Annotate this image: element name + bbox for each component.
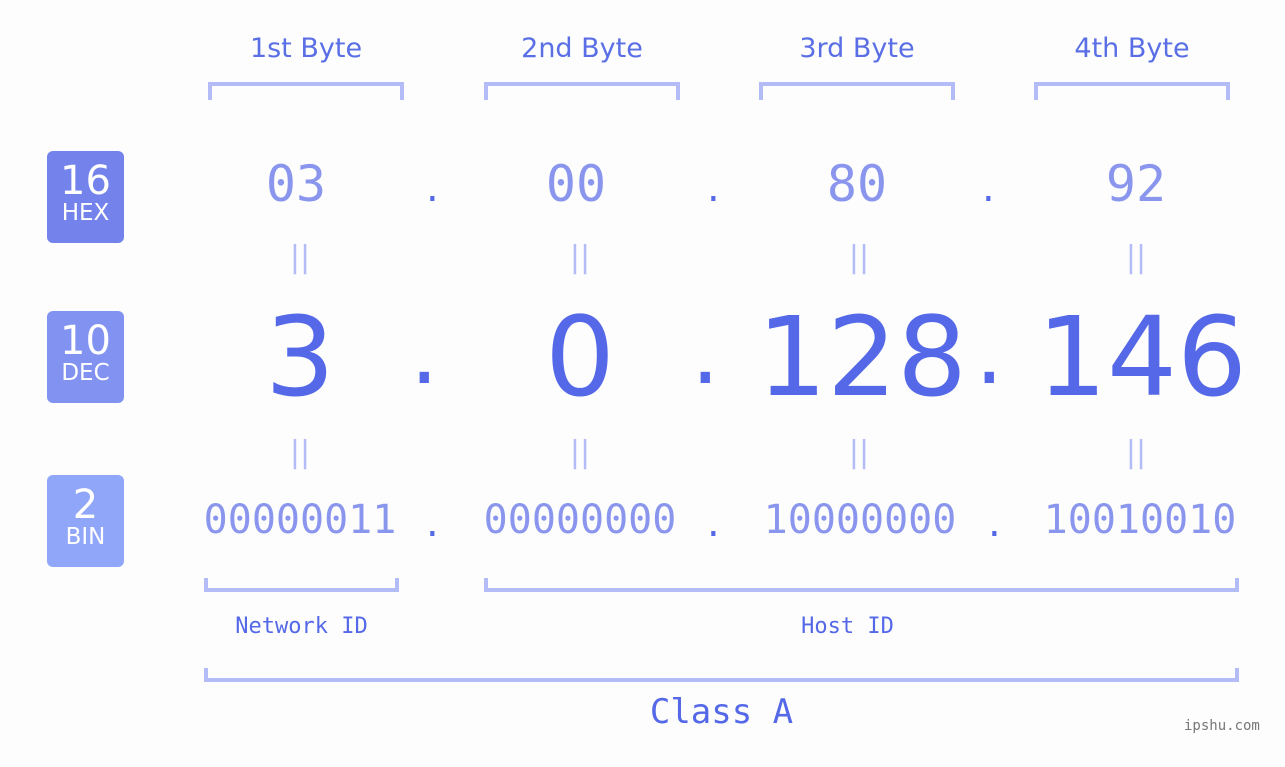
host-id-bracket <box>484 578 1239 592</box>
equals-sign: || <box>289 435 311 470</box>
bin-value-2: 00000000 <box>483 497 677 543</box>
hex-separator-3: . <box>982 165 995 211</box>
equals-sign: || <box>289 240 311 275</box>
class-label: Class A <box>649 692 794 732</box>
bin-separator-2: . <box>707 500 720 546</box>
bin-separator-1: . <box>426 500 439 546</box>
watermark: ipshu.com <box>1184 718 1260 734</box>
dec-value-4: 146 <box>1037 293 1247 421</box>
hex-badge-label: HEX <box>61 200 110 226</box>
dec-badge-base: 10 <box>60 318 111 364</box>
dec-separator-3: . <box>975 300 1004 405</box>
host-id-label: Host ID <box>801 614 894 639</box>
hex-value-1: 03 <box>265 155 327 213</box>
hex-separator-2: . <box>707 165 720 211</box>
bin-badge: 2 BIN <box>47 475 124 567</box>
byte-label-3: 3rd Byte <box>799 33 915 64</box>
equals-sign: || <box>848 435 870 470</box>
dec-badge: 10 DEC <box>47 311 124 403</box>
hex-separator-1: . <box>426 165 439 211</box>
byte-label-4: 4th Byte <box>1074 33 1190 64</box>
equals-sign: || <box>848 240 870 275</box>
hex-value-2: 00 <box>545 155 607 213</box>
byte-bracket-1 <box>208 82 404 100</box>
dec-value-3: 128 <box>757 293 967 421</box>
bin-badge-label: BIN <box>65 524 106 550</box>
equals-sign: || <box>1125 435 1147 470</box>
byte-bracket-2 <box>484 82 680 100</box>
byte-bracket-4 <box>1034 82 1230 100</box>
equals-sign: || <box>1125 240 1147 275</box>
bin-value-4: 10010010 <box>1043 497 1237 543</box>
hex-badge-base: 16 <box>60 158 111 204</box>
bin-value-3: 10000000 <box>763 497 957 543</box>
network-id-label: Network ID <box>235 614 368 639</box>
byte-bracket-3 <box>759 82 955 100</box>
dec-separator-1: . <box>410 300 439 405</box>
dec-value-2: 0 <box>545 293 615 421</box>
hex-value-4: 92 <box>1105 155 1167 213</box>
class-bracket <box>204 668 1239 682</box>
equals-sign: || <box>569 435 591 470</box>
dec-value-1: 3 <box>265 293 335 421</box>
bin-separator-3: . <box>988 500 1001 546</box>
byte-label-2: 2nd Byte <box>521 33 643 64</box>
equals-sign: || <box>569 240 591 275</box>
dec-badge-label: DEC <box>61 360 110 386</box>
hex-value-3: 80 <box>826 155 888 213</box>
bin-badge-base: 2 <box>72 482 99 528</box>
bin-value-1: 00000011 <box>203 497 397 543</box>
hex-badge: 16 HEX <box>47 151 124 243</box>
byte-label-1: 1st Byte <box>249 33 363 64</box>
network-id-bracket <box>204 578 399 592</box>
dec-separator-2: . <box>691 300 720 405</box>
